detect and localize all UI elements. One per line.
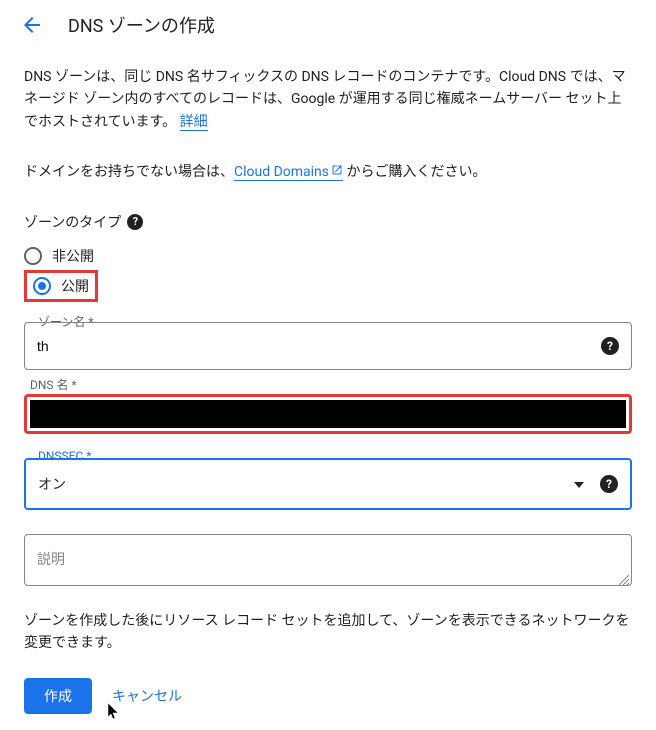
help-icon[interactable]: ?: [127, 214, 143, 230]
chevron-down-icon: [574, 476, 584, 492]
external-link-icon: [331, 161, 343, 183]
dnssec-field-group: DNSSEC * オン ?: [24, 458, 632, 510]
domain-purchase-text: ドメインをお持ちでない場合は、Cloud Domains からご購入ください。: [24, 161, 632, 183]
bottom-info-text: ゾーンを作成した後にリソース レコード セットを追加して、ゾーンを表示できるネッ…: [24, 610, 632, 655]
help-icon[interactable]: ?: [601, 337, 619, 355]
zone-type-radio-group: 非公開 公開: [24, 242, 632, 302]
details-link[interactable]: 詳細: [180, 114, 208, 131]
cancel-button[interactable]: キャンセル: [112, 686, 182, 706]
page-title: DNS ゾーンの作成: [68, 12, 215, 38]
dns-name-field-group: DNS 名 *: [24, 394, 632, 434]
dns-name-input-redacted[interactable]: [24, 394, 632, 434]
radio-circle-selected-icon: [33, 277, 51, 295]
zone-type-label: ゾーンのタイプ ?: [24, 212, 632, 232]
zone-name-input[interactable]: [37, 338, 593, 354]
radio-private[interactable]: 非公開: [24, 242, 632, 270]
radio-circle-icon: [24, 247, 42, 265]
dns-name-label: DNS 名 *: [26, 376, 81, 393]
zone-description: DNS ゾーンは、同じ DNS 名サフィックスの DNS レコードのコンテナです…: [24, 66, 632, 133]
resize-handle-icon[interactable]: [619, 573, 629, 583]
dnssec-select[interactable]: オン ?: [24, 458, 632, 510]
description-field-group: 説明: [24, 534, 632, 586]
cloud-domains-link[interactable]: Cloud Domains: [234, 164, 343, 181]
zone-name-field-group: ゾーン名 * ?: [24, 322, 632, 370]
description-textarea[interactable]: 説明: [24, 534, 632, 586]
back-arrow-icon[interactable]: [20, 13, 44, 37]
radio-public[interactable]: 公開: [24, 270, 98, 302]
help-icon[interactable]: ?: [600, 475, 618, 493]
create-button[interactable]: 作成: [24, 678, 92, 714]
cursor-icon: [108, 703, 122, 724]
